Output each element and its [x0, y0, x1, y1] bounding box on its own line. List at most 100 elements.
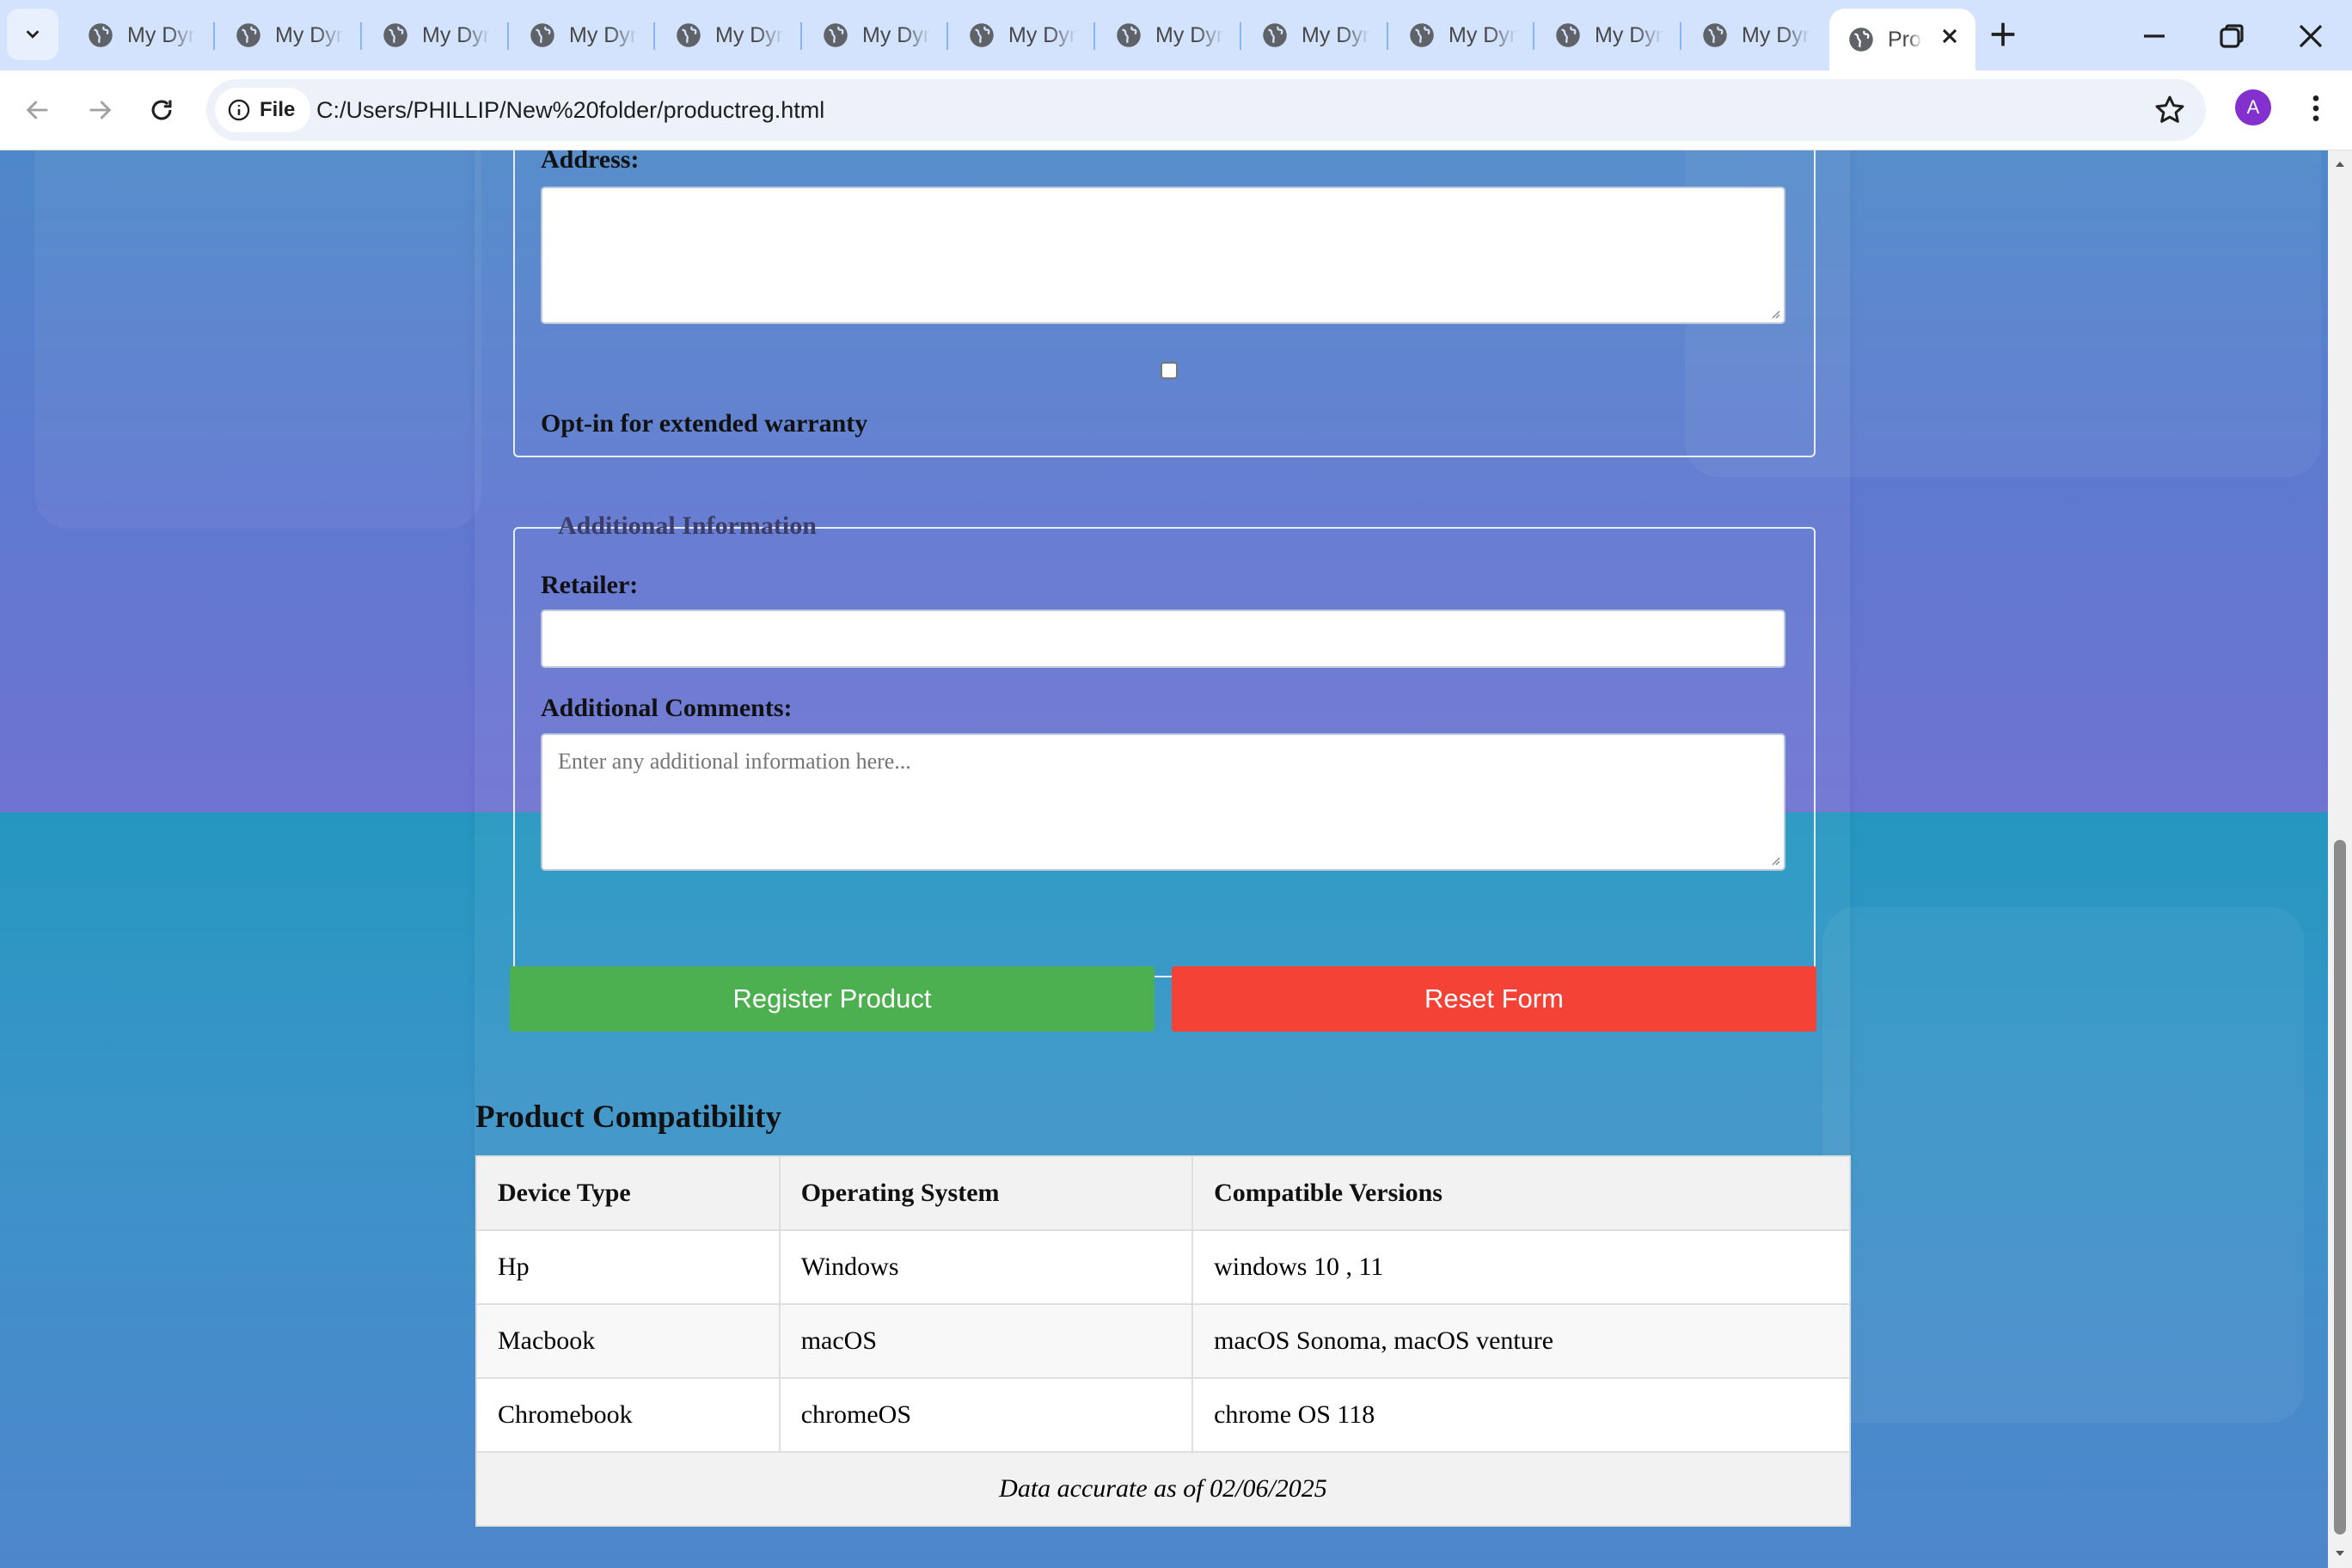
arrow-left-icon: [26, 101, 48, 119]
tab-separator: [1093, 22, 1095, 50]
cell-versions: chrome OS 118: [1191, 1377, 1851, 1453]
globe-icon: [1556, 23, 1580, 47]
cell-device: Macbook: [475, 1303, 781, 1379]
globe-icon: [1849, 28, 1873, 52]
table-row: Chromebook chromeOS chrome OS 118: [475, 1377, 1851, 1453]
tab-separator: [213, 22, 215, 50]
cell-device: Chromebook: [475, 1377, 781, 1453]
header-operating-system: Operating System: [778, 1155, 1194, 1231]
globe-icon: [89, 23, 113, 47]
tab-strip: My Dynamic My Dynamic My Dynamic My Dynamic…: [0, 0, 2352, 70]
comments-placeholder: Enter any additional information here...: [558, 749, 911, 774]
retailer-label: Retailer:: [541, 571, 639, 599]
tab-search-button[interactable]: [7, 9, 58, 60]
file-chip-label: File: [260, 98, 296, 121]
tab-label: My Dynamic: [1595, 22, 1663, 47]
scroll-down-icon[interactable]: [2333, 1547, 2347, 1560]
page-scrollbar[interactable]: [2328, 150, 2352, 1568]
chevron-down-icon: [26, 30, 40, 39]
tab-label: My Dynamic: [422, 22, 491, 47]
tab-separator: [1240, 22, 1241, 50]
warranty-checkbox[interactable]: [1161, 362, 1178, 379]
tab-item[interactable]: My Dynamic: [511, 10, 657, 60]
tab-label: My Dynamic: [569, 22, 638, 47]
tab-item[interactable]: My Dynamic: [1097, 10, 1243, 60]
additional-info-legend: Additional Information: [558, 511, 817, 540]
address-bar[interactable]: File C:/Users/PHILLIP/New%20folder/produ…: [206, 79, 2206, 141]
cell-os: macOS: [778, 1303, 1194, 1379]
tab-item[interactable]: My Dynamic: [1683, 10, 1829, 60]
tab-item[interactable]: My Dynamic: [364, 10, 510, 60]
address-textarea[interactable]: [541, 187, 1785, 324]
back-button[interactable]: [15, 88, 60, 132]
restore-icon[interactable]: [2211, 15, 2252, 57]
tab-label: My Dynamic: [1742, 22, 1810, 47]
header-device-type: Device Type: [475, 1155, 781, 1231]
site-info-chip[interactable]: File: [215, 88, 311, 132]
cell-os: chromeOS: [778, 1377, 1194, 1453]
table-footer-row: Data accurate as of 02/06/2025: [475, 1451, 1851, 1527]
tab-label: My Dynamic: [715, 22, 784, 47]
forward-button[interactable]: [77, 88, 122, 132]
globe-icon: [530, 23, 554, 47]
info-icon: [228, 99, 250, 121]
reload-button[interactable]: [139, 88, 184, 132]
reload-icon: [151, 100, 172, 120]
globe-icon: [236, 23, 260, 47]
retailer-input[interactable]: [541, 609, 1785, 668]
tab-item[interactable]: My Dynamic: [69, 10, 215, 60]
reset-form-button[interactable]: Reset Form: [1172, 966, 1816, 1032]
warranty-label: Opt-in for extended warranty: [541, 409, 868, 438]
comments-label: Additional Comments:: [541, 694, 793, 722]
tab-label: My Dynamic: [1155, 22, 1224, 47]
tab-item[interactable]: My Dynamic: [1536, 10, 1682, 60]
tab-item[interactable]: My Dynamic: [804, 10, 950, 60]
tab-item[interactable]: My Dynamic: [950, 10, 1096, 60]
globe-icon: [1117, 23, 1141, 47]
comments-textarea[interactable]: Enter any additional information here...: [541, 733, 1785, 871]
arrow-right-icon: [89, 101, 112, 119]
tab-label: My Dynamic: [127, 22, 196, 47]
tab-separator: [1680, 22, 1681, 50]
tab-separator: [1387, 22, 1388, 50]
tab-separator: [946, 22, 948, 50]
tab-separator: [1533, 22, 1534, 50]
url-text: C:/Users/PHILLIP/New%20folder/productreg…: [316, 97, 825, 123]
close-window-icon[interactable]: [2290, 15, 2331, 57]
tab-active[interactable]: Product: [1829, 9, 1975, 70]
tab-item[interactable]: My Dynamic: [217, 10, 363, 60]
address-label: Address:: [541, 150, 640, 174]
globe-icon: [677, 23, 701, 47]
tab-label: My Dynamic: [1449, 22, 1517, 47]
tab-item[interactable]: My Dynamic: [657, 10, 803, 60]
tab-item[interactable]: My Dynamic: [1390, 10, 1536, 60]
close-icon[interactable]: [1938, 24, 1962, 48]
page-viewport: Address: Opt-in for extended warranty Ad…: [0, 150, 2328, 1568]
tab-separator: [800, 22, 802, 50]
minimize-icon[interactable]: [2134, 15, 2175, 57]
background-decoration: [34, 150, 481, 529]
tab-item[interactable]: My Dynamic: [1243, 10, 1389, 60]
register-product-button[interactable]: Register Product: [510, 966, 1155, 1032]
header-compatible-versions: Compatible Versions: [1191, 1155, 1851, 1231]
bookmark-star-icon[interactable]: [2153, 93, 2187, 127]
cell-versions: macOS Sonoma, macOS venture: [1191, 1303, 1851, 1379]
tab-label: My Dynamic: [862, 22, 931, 47]
profile-avatar[interactable]: A: [2235, 89, 2271, 126]
globe-icon: [383, 23, 407, 47]
scrollbar-thumb[interactable]: [2334, 840, 2346, 1534]
menu-dots-icon[interactable]: [2299, 91, 2333, 126]
globe-icon: [1263, 23, 1287, 47]
new-tab-icon[interactable]: [1986, 17, 2020, 52]
tab-separator: [507, 22, 509, 50]
browser-toolbar: File C:/Users/PHILLIP/New%20folder/produ…: [0, 70, 2352, 150]
resize-grip-icon: [1772, 310, 1780, 319]
tab-label: My Dynamic: [1302, 22, 1370, 47]
tab-label: My Dynamic: [275, 22, 344, 47]
cell-versions: windows 10 , 11: [1191, 1229, 1851, 1305]
compatibility-title: Product Compatibility: [475, 1099, 781, 1135]
resize-grip-icon: [1772, 857, 1780, 866]
scroll-up-icon[interactable]: [2333, 157, 2347, 171]
globe-icon: [1410, 23, 1434, 47]
tab-label: My Dynamic: [1008, 22, 1077, 47]
